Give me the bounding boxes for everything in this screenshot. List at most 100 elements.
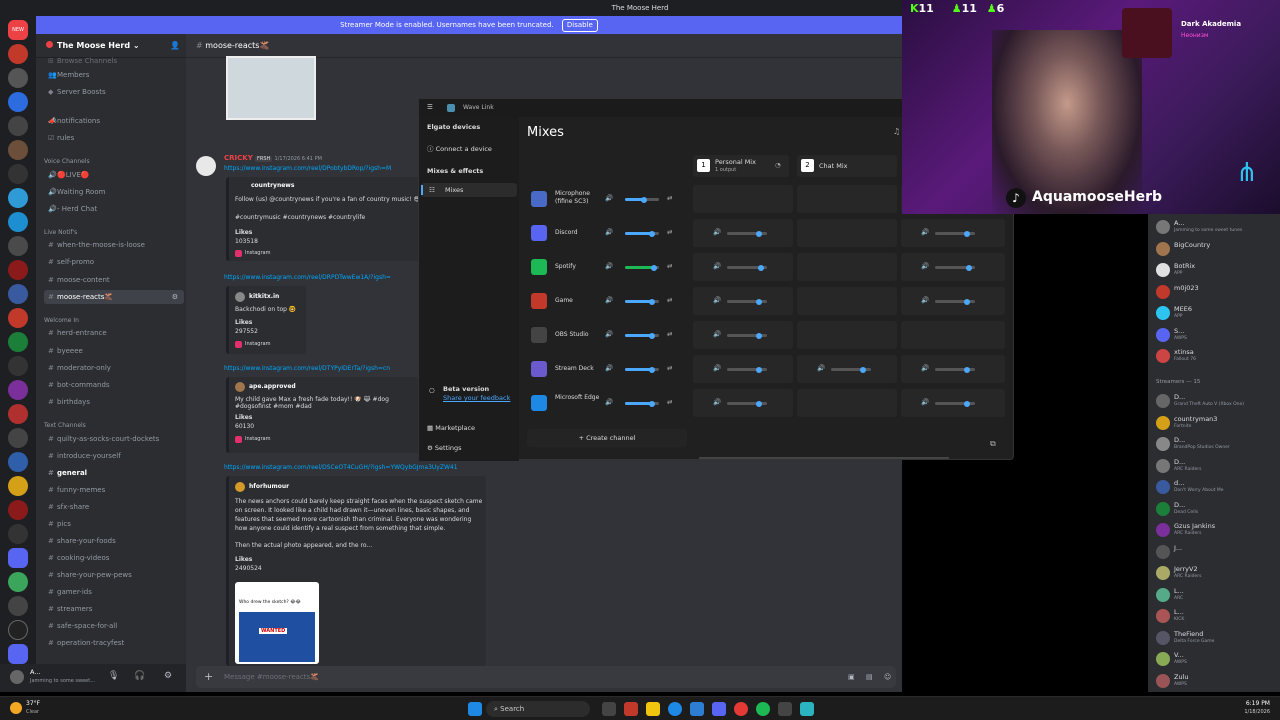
server-icon[interactable] — [8, 572, 28, 592]
mix-cell[interactable]: 🔊 — [693, 287, 793, 315]
volume-knob[interactable] — [649, 230, 656, 237]
member-item[interactable]: L... KICK — [1156, 607, 1280, 625]
speaker-icon[interactable]: 🔊 — [921, 364, 929, 372]
volume-slider[interactable] — [625, 400, 659, 407]
mix-cell[interactable] — [797, 321, 897, 349]
server-icon[interactable] — [8, 236, 28, 256]
member-item[interactable]: Zulu AWPS — [1156, 672, 1280, 690]
speaker-icon[interactable]: 🔊 — [713, 398, 721, 406]
link-mixes-icon[interactable]: ⇄ — [667, 364, 672, 372]
text-channel[interactable]: # pics — [44, 517, 184, 531]
image-attachment[interactable] — [226, 56, 316, 120]
channel-boosts[interactable]: ◆ Server Boosts — [44, 85, 184, 99]
volume-slider[interactable] — [935, 264, 975, 271]
mix-cell[interactable]: 🔊 — [693, 321, 793, 349]
volume-slider[interactable] — [727, 264, 767, 271]
speaker-icon[interactable]: 🔊 — [713, 296, 721, 304]
task-view-icon[interactable] — [602, 702, 616, 716]
volume-knob[interactable] — [966, 264, 972, 271]
member-item[interactable]: xtinsa Fallout 76 — [1156, 347, 1280, 365]
speaker-icon[interactable]: 🔊 — [713, 262, 721, 270]
mix-cell[interactable] — [901, 321, 1005, 349]
text-channel[interactable]: # streamers — [44, 602, 184, 616]
text-channel-unread[interactable]: # general — [44, 466, 184, 480]
volume-slider[interactable] — [625, 196, 659, 203]
speaker-icon[interactable]: 🔊 — [921, 228, 929, 236]
mix-cell[interactable] — [797, 287, 897, 315]
voice-channel[interactable]: 🔊Waiting Room — [44, 185, 184, 199]
mix-cell[interactable]: 🔊 — [901, 287, 1005, 315]
server-icon[interactable] — [8, 260, 28, 280]
volume-knob[interactable] — [756, 230, 762, 237]
headphone-monitor-icon[interactable]: ♫ — [893, 127, 900, 136]
hamburger-menu-icon[interactable]: ☰ — [427, 103, 433, 111]
mix-cell[interactable] — [797, 219, 897, 247]
member-item[interactable]: V... AWPS — [1156, 650, 1280, 668]
volume-slider[interactable] — [727, 400, 767, 407]
volume-slider[interactable] — [935, 230, 975, 237]
text-channel[interactable]: # share-your-foods — [44, 534, 184, 548]
member-item[interactable]: MEE6 APP — [1156, 304, 1280, 322]
message-link[interactable]: https://www.instagram.com/reel/DSCeOT4Cu… — [224, 464, 494, 471]
mix-cell[interactable] — [797, 185, 897, 213]
text-channel[interactable]: # when-the-moose-is-loose — [44, 238, 184, 252]
ear-monitor-icon[interactable]: ◔ — [775, 161, 781, 169]
member-item[interactable]: A... Jamming to some sweet tunes — [1156, 218, 1280, 236]
mix-column-chat[interactable]: 2 Chat Mix — [797, 155, 897, 177]
member-item[interactable]: S... AWPS — [1156, 326, 1280, 344]
mix-cell[interactable]: 🔊 — [693, 253, 793, 281]
voice-channel[interactable]: 🔊🔴LIVE🔴 — [44, 168, 184, 182]
server-icon[interactable] — [8, 92, 28, 112]
link-mixes-icon[interactable]: ⇄ — [667, 194, 672, 202]
text-channel[interactable]: # byeeee — [44, 344, 184, 358]
chrome-icon[interactable] — [734, 702, 748, 716]
obs-icon[interactable] — [778, 702, 792, 716]
server-icon[interactable] — [8, 164, 28, 184]
microphone-icon[interactable]: 🎙 — [108, 671, 119, 681]
settings-gear-icon[interactable]: ⚙ — [172, 290, 178, 304]
member-item[interactable]: countryman3 Fortnite — [1156, 414, 1280, 432]
server-icon[interactable] — [8, 380, 28, 400]
speaker-icon[interactable]: 🔊 — [605, 262, 613, 270]
volume-slider[interactable] — [831, 366, 871, 373]
link-mixes-icon[interactable]: ⇄ — [667, 330, 672, 338]
server-icon[interactable] — [8, 284, 28, 304]
mix-column-personal[interactable]: 1 Personal Mix 1 output ◔ — [693, 155, 789, 177]
embed-author[interactable]: kitkitx.in — [249, 293, 279, 300]
speaker-icon[interactable]: 🔊 — [605, 398, 613, 406]
text-channel[interactable]: # quilty-as-socks-court-dockets — [44, 432, 184, 446]
link-mixes-icon[interactable]: ⇄ — [667, 262, 672, 270]
mix-cell[interactable] — [797, 253, 897, 281]
server-icon[interactable] — [8, 356, 28, 376]
volume-knob[interactable] — [649, 332, 656, 339]
text-channel-active[interactable]: # moose-reacts🫎 ⚙ — [44, 290, 184, 304]
volume-knob[interactable] — [756, 298, 762, 305]
wave-link-icon[interactable] — [800, 702, 814, 716]
feedback-link[interactable]: Share your feedback — [443, 394, 510, 402]
weather-temp[interactable]: 37°F — [26, 700, 40, 707]
volume-knob[interactable] — [649, 366, 656, 373]
file-explorer-icon[interactable] — [646, 702, 660, 716]
server-icon[interactable] — [8, 212, 28, 232]
server-icon[interactable] — [8, 140, 28, 160]
speaker-icon[interactable]: 🔊 — [713, 364, 721, 372]
volume-slider[interactable] — [625, 366, 659, 373]
volume-slider[interactable] — [625, 298, 659, 305]
speaker-icon[interactable]: 🔊 — [817, 364, 825, 372]
server-icon[interactable] — [8, 428, 28, 448]
category-voice[interactable]: Voice Channels — [44, 158, 90, 165]
mix-cell[interactable]: 🔊 — [901, 355, 1005, 383]
text-channel[interactable]: # moderator-only — [44, 361, 184, 375]
member-item[interactable]: JerryV2 ARC Raiders — [1156, 564, 1280, 582]
spotify-icon[interactable] — [756, 702, 770, 716]
volume-knob[interactable] — [640, 196, 647, 203]
text-channel[interactable]: # introduce-yourself — [44, 449, 184, 463]
speaker-icon[interactable]: 🔊 — [605, 364, 613, 372]
channel-members[interactable]: 👥Members — [44, 68, 184, 82]
server-icon[interactable] — [8, 500, 28, 520]
member-item[interactable]: J... — [1156, 543, 1280, 561]
link-mixes-icon[interactable]: ⇄ — [667, 228, 672, 236]
disable-button[interactable]: Disable — [561, 19, 598, 32]
mix-cell[interactable]: 🔊 — [901, 389, 1005, 417]
volume-knob[interactable] — [964, 230, 970, 237]
